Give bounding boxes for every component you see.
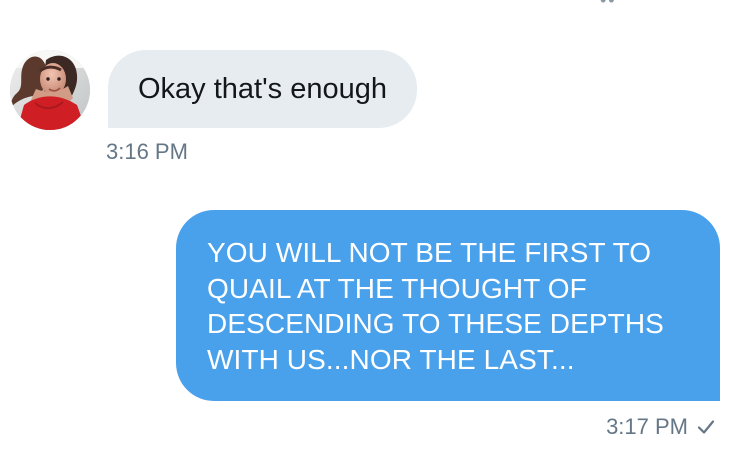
outgoing-message-line: DESCENDING TO THESE DEPTHS (207, 308, 664, 339)
avatar[interactable] (10, 50, 90, 130)
cropped-header-remnant: •• (600, 0, 642, 6)
direct-message-thread: •• (0, 0, 738, 468)
incoming-message-bubble[interactable]: Okay that's enough (108, 50, 417, 128)
avatar-photo-icon (10, 50, 90, 130)
outgoing-message-line: WITH US...NOR THE LAST... (207, 343, 575, 375)
incoming-message-row: Okay that's enough (10, 50, 440, 130)
outgoing-message-timestamp: 3:17 PM (606, 414, 688, 439)
outgoing-message-meta: 3:17 PM (606, 413, 716, 441)
check-icon (696, 417, 716, 437)
outgoing-message-bubble[interactable]: YOU WILL NOT BE THE FIRST TO QUAIL AT TH… (176, 210, 720, 401)
outgoing-message-line: QUAIL AT THE THOUGHT OF (207, 272, 587, 304)
incoming-message-text: Okay that's enough (138, 73, 387, 105)
outgoing-message-line: YOU WILL NOT BE THE FIRST TO (207, 237, 652, 268)
incoming-message-timestamp: 3:16 PM (106, 139, 188, 164)
